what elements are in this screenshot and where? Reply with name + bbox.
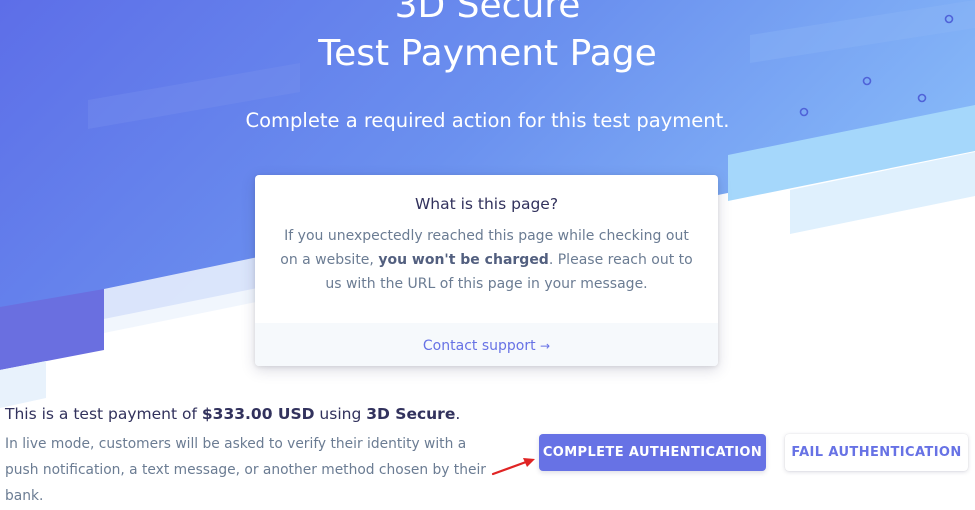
summary-middle: using <box>314 405 367 423</box>
contact-support-link[interactable]: Contact support → <box>423 338 550 354</box>
info-card-title: What is this page? <box>414 195 559 213</box>
live-mode-note: In live mode, customers will be asked to… <box>5 436 486 504</box>
summary-suffix: . <box>455 405 461 423</box>
contact-support-label: Contact support <box>422 338 536 354</box>
red-arrow-icon <box>491 458 535 476</box>
page-title: 3D Secure Test Payment Page <box>0 0 975 78</box>
page-title-line2: Test Payment Page <box>318 33 657 74</box>
info-card-body: If you unexpectedly reached this page wh… <box>277 224 696 296</box>
payment-summary: This is a test payment of $333.00 USD us… <box>5 402 505 509</box>
page-title-line1: 3D Secure <box>394 0 581 26</box>
info-card-body-bold: you won't be charged <box>378 252 549 268</box>
summary-prefix: This is a test payment of <box>5 405 202 423</box>
fail-authentication-button[interactable]: FAIL AUTHENTICATION <box>785 434 968 471</box>
payment-amount: $333.00 USD <box>201 405 315 423</box>
arrow-right-icon: → <box>540 339 551 353</box>
info-card-footer: Contact support → <box>255 323 718 366</box>
page-subtitle: Complete a required action for this test… <box>245 109 730 132</box>
complete-authentication-button[interactable]: COMPLETE AUTHENTICATION <box>539 434 766 471</box>
info-card: What is this page? If you unexpectedly r… <box>255 175 718 366</box>
payment-method: 3D Secure <box>366 405 456 423</box>
payment-summary-line: This is a test payment of $333.00 USD us… <box>5 402 505 426</box>
